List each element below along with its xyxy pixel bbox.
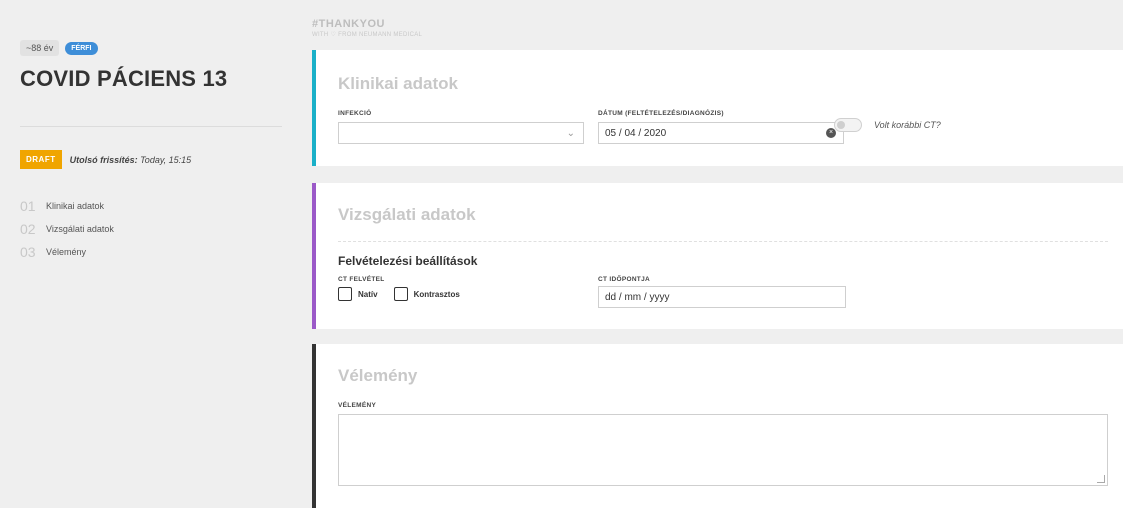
acquisition-settings-heading: Felvételezési beállítások	[338, 254, 478, 268]
section-nav: 01 Klinikai adatok 02 Vizsgálati adatok …	[20, 194, 114, 263]
previous-ct-toggle[interactable]	[834, 118, 862, 132]
opinion-card: Vélemény VÉLEMÉNY	[312, 344, 1123, 508]
infection-label: INFEKCIÓ	[338, 110, 372, 117]
status-badge: DRAFT	[20, 150, 62, 169]
last-updated-value: Today, 15:15	[140, 154, 192, 165]
clinical-title: Klinikai adatok	[338, 74, 458, 93]
date-input[interactable]: 05 / 04 / 2020 ×	[598, 122, 844, 144]
previous-ct-label: Volt korábbi CT?	[874, 120, 941, 130]
ct-time-label: CT IDŐPONTJA	[598, 276, 650, 283]
divider	[338, 241, 1108, 242]
toggle-knob	[837, 121, 845, 129]
sidebar: ~88 év FÉRFI COVID PÁCIENS 13 DRAFT Utol…	[0, 0, 312, 508]
nav-item-clinical[interactable]: 01 Klinikai adatok	[20, 194, 114, 217]
ct-time-input[interactable]: dd / mm / yyyy	[598, 286, 846, 308]
opinion-title: Vélemény	[338, 366, 418, 385]
thankyou-title: #THANKYOU	[312, 18, 385, 30]
nav-label: Vélemény	[46, 246, 87, 257]
opinion-field-label: VÉLEMÉNY	[338, 402, 377, 409]
age-badge: ~88 év	[20, 40, 60, 56]
resize-handle-icon[interactable]	[1097, 475, 1105, 483]
nav-label: Klinikai adatok	[46, 200, 105, 211]
exam-card: Vizsgálati adatok Felvételezési beállítá…	[312, 183, 1123, 329]
contrast-label: Kontrasztos	[413, 289, 460, 299]
chevron-down-icon: ⌄	[566, 128, 575, 139]
clear-icon[interactable]: ×	[826, 128, 836, 138]
nav-number: 03	[20, 243, 36, 260]
native-label: Natív	[358, 289, 378, 299]
contrast-checkbox[interactable]	[393, 287, 408, 301]
clinical-card: Klinikai adatok INFEKCIÓ ⌄ DÁTUM (FELTÉT…	[312, 50, 1123, 166]
patient-meta: ~88 év FÉRFI	[20, 40, 98, 56]
last-updated: Utolsó frissítés: Today, 15:15	[70, 155, 192, 165]
infection-select[interactable]: ⌄	[338, 122, 584, 144]
last-updated-label: Utolsó frissítés:	[69, 154, 138, 165]
page-title: COVID PÁCIENS 13	[20, 66, 228, 91]
thankyou-subtitle: WITH ♡ FROM NEUMANN MEDICAL	[312, 32, 423, 38]
nav-number: 01	[20, 197, 36, 214]
nav-item-exam[interactable]: 02 Vizsgálati adatok	[20, 217, 114, 240]
main-header: #THANKYOU WITH ♡ FROM NEUMANN MEDICAL	[312, 18, 422, 38]
date-label: DÁTUM (FELTÉTELEZÉS/DIAGNÓZIS)	[598, 110, 724, 117]
ct-acquisition-label: CT FELVÉTEL	[338, 276, 385, 283]
nav-number: 02	[20, 220, 36, 237]
gender-badge: FÉRFI	[65, 41, 98, 55]
date-value: 05 / 04 / 2020	[605, 127, 667, 139]
native-checkbox[interactable]	[338, 287, 352, 301]
ct-options: Natív Kontrasztos	[338, 287, 470, 301]
nav-label: Vizsgálati adatok	[46, 223, 114, 234]
exam-title: Vizsgálati adatok	[338, 205, 476, 224]
status-row: DRAFT Utolsó frissítés: Today, 15:15	[20, 150, 191, 169]
divider	[20, 126, 282, 127]
opinion-textarea[interactable]	[338, 414, 1108, 486]
ct-time-placeholder: dd / mm / yyyy	[605, 291, 670, 303]
nav-item-opinion[interactable]: 03 Vélemény	[20, 240, 114, 263]
